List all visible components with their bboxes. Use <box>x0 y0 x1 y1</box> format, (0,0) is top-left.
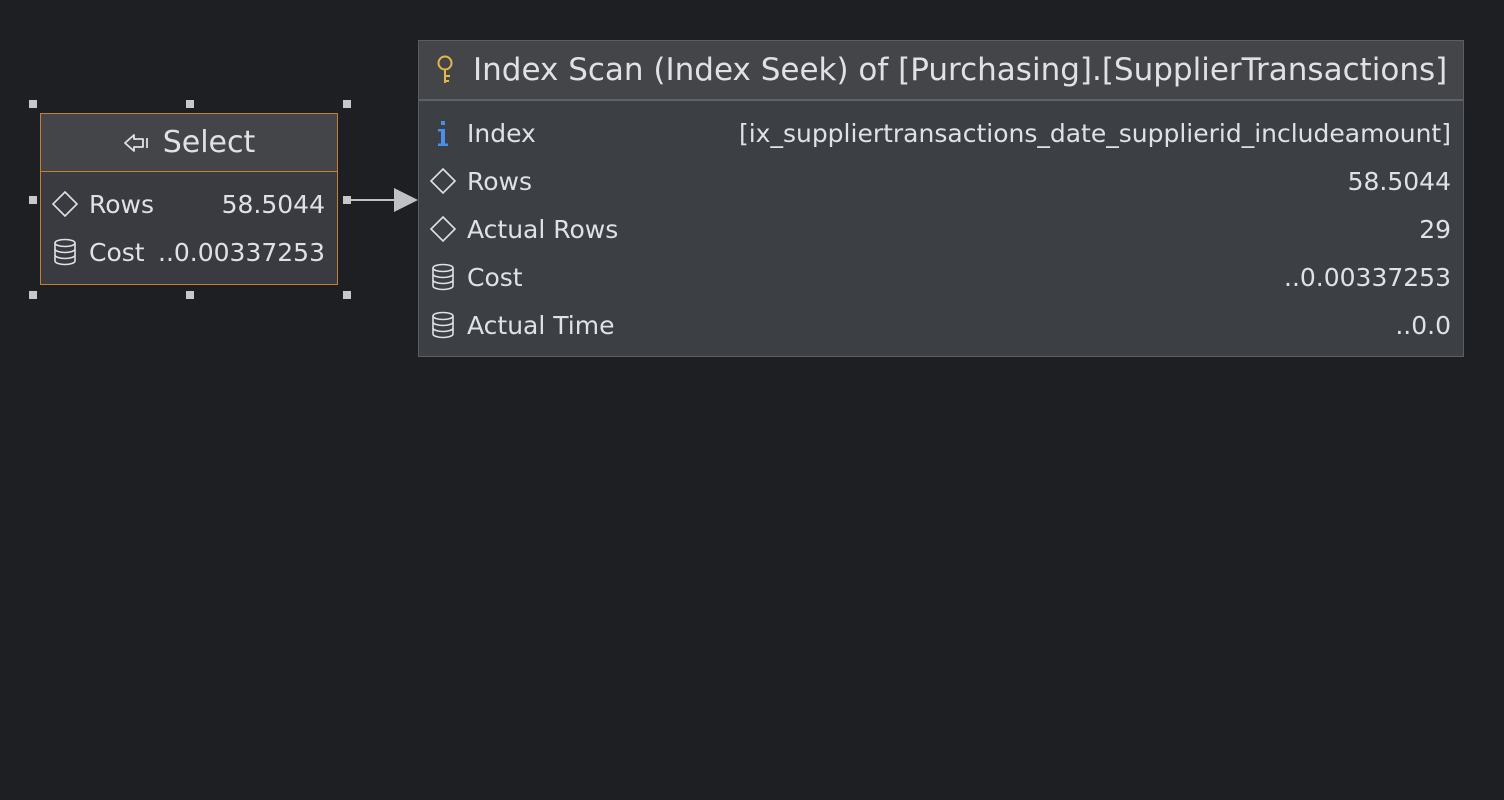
resize-handle-bottom-center[interactable] <box>186 291 194 299</box>
row-value: ..0.00337253 <box>1284 262 1451 292</box>
row-value: ..0.0 <box>1395 310 1451 340</box>
row-value: [ix_suppliertransactions_date_supplierid… <box>738 118 1451 148</box>
resize-handle-middle-left[interactable] <box>29 196 37 204</box>
row-label: Cost <box>89 237 145 267</box>
row-label: Cost <box>467 262 523 292</box>
resize-handle-middle-right[interactable] <box>343 196 351 204</box>
resize-handle-bottom-right[interactable] <box>343 291 351 299</box>
row-label: Rows <box>89 189 155 219</box>
key-icon <box>431 54 459 86</box>
select-row-cost: Cost ..0.00337253 <box>51 228 325 276</box>
diamond-icon <box>429 167 457 195</box>
select-node[interactable]: Select Rows 58.5044 Cost ..0.00337253 <box>40 113 338 285</box>
diamond-icon <box>51 190 79 218</box>
scan-row-actual-rows: Actual Rows 29 <box>429 205 1451 253</box>
row-label: Actual Rows <box>467 214 619 244</box>
row-value: 58.5044 <box>1347 166 1451 196</box>
row-label: Actual Time <box>467 310 615 340</box>
resize-handle-top-left[interactable] <box>29 100 37 108</box>
database-icon <box>429 311 457 339</box>
scan-row-actual-time: Actual Time ..0.0 <box>429 301 1451 349</box>
index-scan-node[interactable]: Index Scan (Index Seek) of [Purchasing].… <box>418 40 1464 357</box>
scan-row-cost: Cost ..0.00337253 <box>429 253 1451 301</box>
resize-handle-top-right[interactable] <box>343 100 351 108</box>
database-icon <box>429 263 457 291</box>
info-icon <box>429 119 457 147</box>
index-scan-node-title: Index Scan (Index Seek) of [Purchasing].… <box>473 52 1448 88</box>
select-node-header: Select <box>41 114 337 172</box>
database-icon <box>51 238 79 266</box>
edge-arrowhead <box>394 188 418 212</box>
row-label: Index <box>467 118 536 148</box>
arrow-left-from-line-icon <box>123 132 149 154</box>
scan-row-index: Index [ix_suppliertransactions_date_supp… <box>429 109 1451 157</box>
select-node-title: Select <box>162 125 256 160</box>
resize-handle-bottom-left[interactable] <box>29 291 37 299</box>
row-value: ..0.00337253 <box>158 237 325 267</box>
resize-handle-top-center[interactable] <box>186 100 194 108</box>
index-scan-node-header: Index Scan (Index Seek) of [Purchasing].… <box>419 41 1463 101</box>
diamond-icon <box>429 215 457 243</box>
row-value: 58.5044 <box>221 189 325 219</box>
row-value: 29 <box>1419 214 1451 244</box>
row-label: Rows <box>467 166 533 196</box>
scan-row-rows: Rows 58.5044 <box>429 157 1451 205</box>
select-row-rows: Rows 58.5044 <box>51 180 325 228</box>
